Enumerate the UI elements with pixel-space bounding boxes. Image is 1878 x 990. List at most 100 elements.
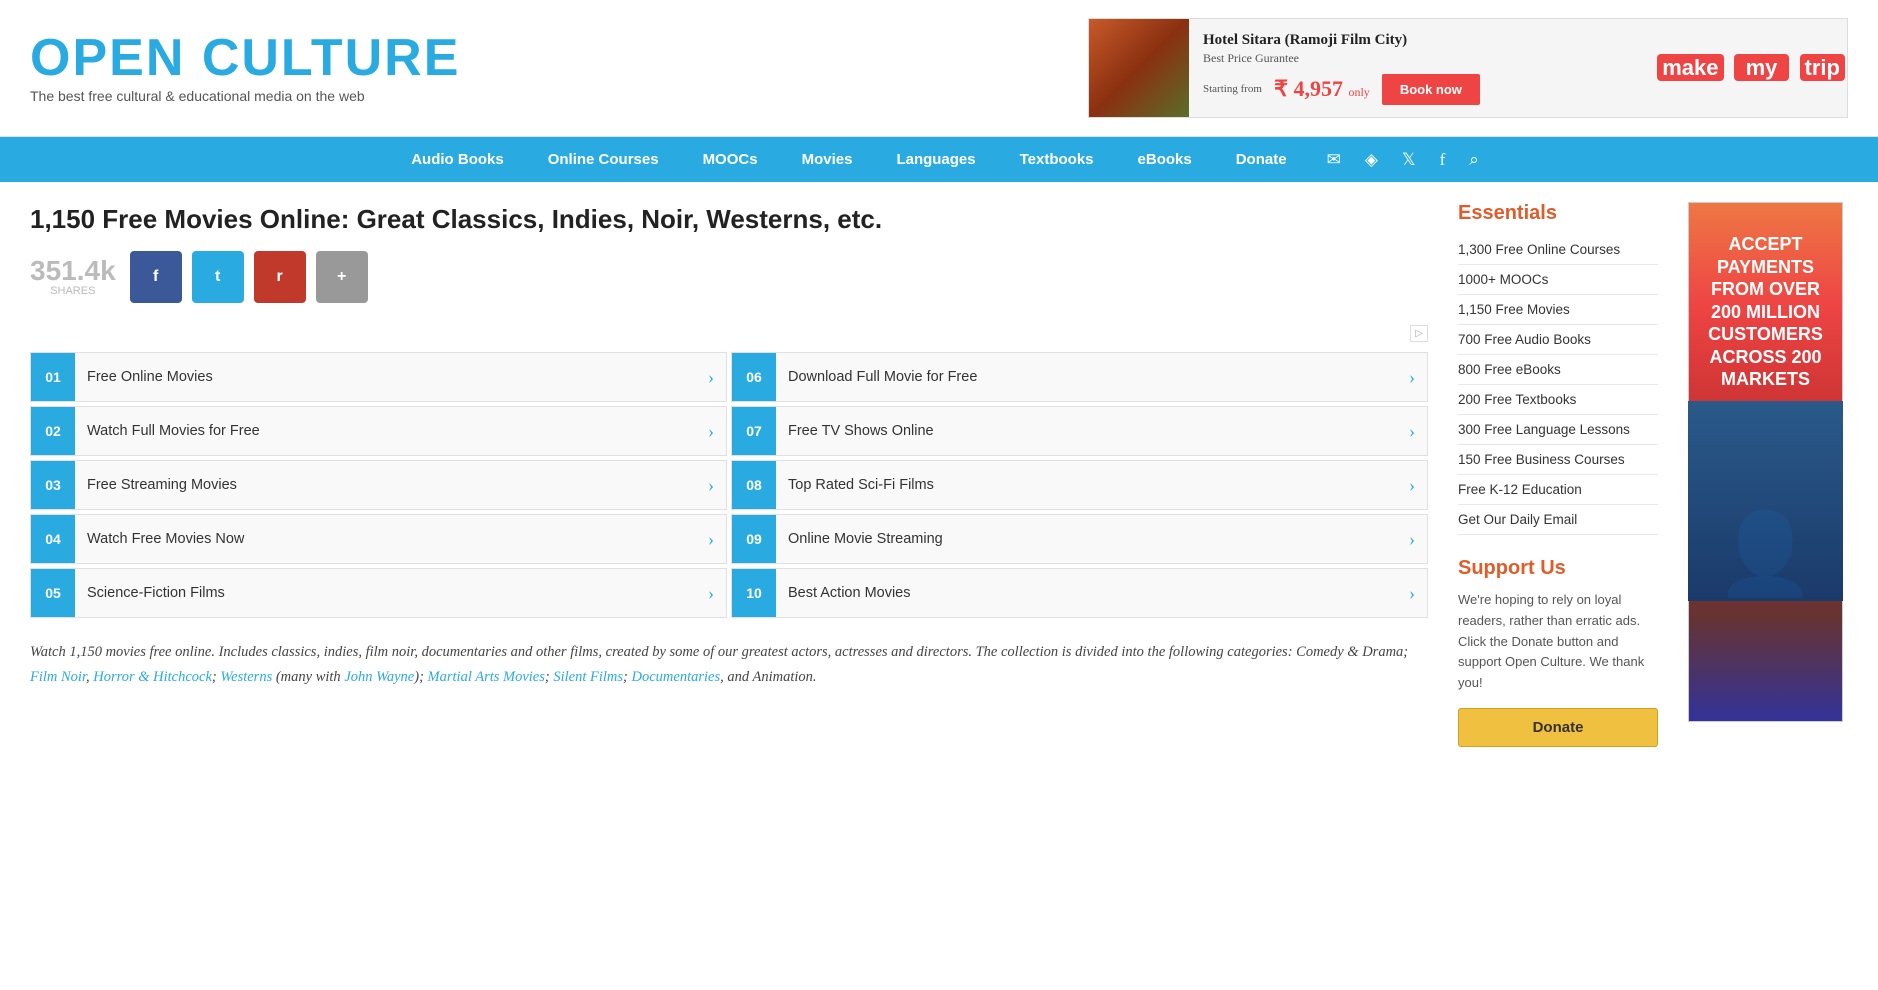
link-num-02: 02	[31, 407, 75, 455]
essentials-title: Essentials	[1458, 202, 1658, 225]
link-text-08: Top Rated Sci-Fi Films	[776, 477, 1397, 493]
ad-banner: Hotel Sitara (Ramoji Film City) Best Pri…	[1088, 18, 1848, 118]
donate-button[interactable]: Donate	[1458, 708, 1658, 747]
link-text-04: Watch Free Movies Now	[75, 531, 696, 547]
nav-donate[interactable]: Donate	[1214, 137, 1309, 182]
email-icon[interactable]: ✉	[1317, 140, 1351, 180]
link-num-07: 07	[732, 407, 776, 455]
link-item-10[interactable]: 10 Best Action Movies ›	[731, 568, 1428, 618]
nav-online-courses[interactable]: Online Courses	[526, 137, 681, 182]
share-more-button[interactable]: +	[316, 251, 368, 303]
link-item-07[interactable]: 07 Free TV Shows Online ›	[731, 406, 1428, 456]
link-arrow-04: ›	[696, 529, 726, 550]
john-wayne-link[interactable]: John Wayne	[344, 669, 414, 685]
right-ad-person-image: 👤	[1688, 401, 1843, 601]
twitter-icon[interactable]: 𝕏	[1392, 140, 1426, 180]
link-num-10: 10	[732, 569, 776, 617]
link-num-04: 04	[31, 515, 75, 563]
link-num-09: 09	[732, 515, 776, 563]
link-arrow-03: ›	[696, 475, 726, 496]
ad-hotel: Hotel Sitara (Ramoji Film City)	[1203, 32, 1629, 49]
ad-brand: make my trip	[1655, 55, 1847, 81]
sidebar: Essentials 1,300 Free Online Courses 100…	[1458, 202, 1658, 747]
content-area: 1,150 Free Movies Online: Great Classics…	[30, 202, 1428, 747]
links-grid: 01 Free Online Movies › 06 Download Full…	[30, 352, 1428, 618]
nav-languages[interactable]: Languages	[874, 137, 997, 182]
link-arrow-02: ›	[696, 421, 726, 442]
navigation: Audio Books Online Courses MOOCs Movies …	[0, 137, 1878, 182]
link-arrow-07: ›	[1397, 421, 1427, 442]
logo-area: OPEN CULTURE The best free cultural & ed…	[30, 32, 1088, 104]
person-silhouette: 👤	[1716, 507, 1816, 601]
westerns-link[interactable]: Westerns	[220, 669, 272, 685]
share-facebook-button[interactable]: f	[130, 251, 182, 303]
nav-movies[interactable]: Movies	[780, 137, 875, 182]
rss-icon[interactable]: ◈	[1355, 140, 1388, 180]
ad-price-text: Starting from	[1203, 83, 1262, 95]
sidebar-link-moocs[interactable]: 1000+ MOOCs	[1458, 265, 1658, 295]
link-arrow-08: ›	[1397, 475, 1427, 496]
link-text-09: Online Movie Streaming	[776, 531, 1397, 547]
ad-guarantee: Best Price Gurantee	[1203, 51, 1629, 66]
link-item-09[interactable]: 09 Online Movie Streaming ›	[731, 514, 1428, 564]
sidebar-link-movies[interactable]: 1,150 Free Movies	[1458, 295, 1658, 325]
sidebar-link-business[interactable]: 150 Free Business Courses	[1458, 445, 1658, 475]
link-item-04[interactable]: 04 Watch Free Movies Now ›	[30, 514, 727, 564]
link-item-05[interactable]: 05 Science-Fiction Films ›	[30, 568, 727, 618]
sidebar-link-email[interactable]: Get Our Daily Email	[1458, 505, 1658, 535]
link-arrow-06: ›	[1397, 367, 1427, 388]
link-item-02[interactable]: 02 Watch Full Movies for Free ›	[30, 406, 727, 456]
ad-price-row: Starting from ₹ 4,957 only Book now	[1203, 74, 1629, 105]
sidebar-link-audiobooks[interactable]: 700 Free Audio Books	[1458, 325, 1658, 355]
link-num-01: 01	[31, 353, 75, 401]
link-item-03[interactable]: 03 Free Streaming Movies ›	[30, 460, 727, 510]
share-count: 351.4k	[30, 257, 116, 285]
search-icon[interactable]: ⌕	[1459, 140, 1489, 180]
right-ad-box: ACCEPT PAYMENTS FROM OVER 200 MILLION CU…	[1688, 202, 1843, 722]
link-text-03: Free Streaming Movies	[75, 477, 696, 493]
link-arrow-01: ›	[696, 367, 726, 388]
nav-textbooks[interactable]: Textbooks	[998, 137, 1116, 182]
nav-links: Audio Books Online Courses MOOCs Movies …	[389, 137, 1489, 182]
header: OPEN CULTURE The best free cultural & ed…	[0, 0, 1878, 137]
nav-icons: ✉ ◈ 𝕏 f ⌕	[1317, 140, 1489, 180]
film-noir-link[interactable]: Film Noir	[30, 669, 86, 685]
nav-moocs[interactable]: MOOCs	[681, 137, 780, 182]
link-arrow-10: ›	[1397, 583, 1427, 604]
ad-content: Hotel Sitara (Ramoji Film City) Best Pri…	[1189, 22, 1643, 115]
documentaries-link[interactable]: Documentaries	[632, 669, 721, 685]
link-item-08[interactable]: 08 Top Rated Sci-Fi Films ›	[731, 460, 1428, 510]
sidebar-link-textbooks[interactable]: 200 Free Textbooks	[1458, 385, 1658, 415]
sidebar-link-ebooks[interactable]: 800 Free eBooks	[1458, 355, 1658, 385]
link-num-08: 08	[732, 461, 776, 509]
link-text-10: Best Action Movies	[776, 585, 1397, 601]
right-ad-text: ACCEPT PAYMENTS FROM OVER 200 MILLION CU…	[1689, 203, 1842, 401]
link-arrow-09: ›	[1397, 529, 1427, 550]
link-text-06: Download Full Movie for Free	[776, 369, 1397, 385]
support-text: We're hoping to rely on loyal readers, r…	[1458, 590, 1658, 694]
article-body: Watch 1,150 movies free online. Includes…	[30, 640, 1428, 689]
sidebar-link-k12[interactable]: Free K-12 Education	[1458, 475, 1658, 505]
article-title: 1,150 Free Movies Online: Great Classics…	[30, 202, 1428, 237]
martial-arts-link[interactable]: Martial Arts Movies	[428, 669, 545, 685]
logo-title[interactable]: OPEN CULTURE	[30, 32, 1088, 84]
main-content: 1,150 Free Movies Online: Great Classics…	[0, 182, 1878, 767]
horror-hitchcock-link[interactable]: Horror & Hitchcock	[93, 669, 212, 685]
share-row: 351.4k SHARES f t r +	[30, 251, 1428, 303]
share-twitter-button[interactable]: t	[192, 251, 244, 303]
nav-audio-books[interactable]: Audio Books	[389, 137, 526, 182]
link-num-05: 05	[31, 569, 75, 617]
nav-ebooks[interactable]: eBooks	[1116, 137, 1214, 182]
link-item-06[interactable]: 06 Download Full Movie for Free ›	[731, 352, 1428, 402]
share-reddit-button[interactable]: r	[254, 251, 306, 303]
link-item-01[interactable]: 01 Free Online Movies ›	[30, 352, 727, 402]
link-text-02: Watch Full Movies for Free	[75, 423, 696, 439]
sidebar-link-languages[interactable]: 300 Free Language Lessons	[1458, 415, 1658, 445]
silent-films-link[interactable]: Silent Films	[553, 669, 623, 685]
sidebar-link-courses[interactable]: 1,300 Free Online Courses	[1458, 235, 1658, 265]
share-count-area: 351.4k SHARES	[30, 257, 116, 297]
facebook-icon[interactable]: f	[1430, 140, 1456, 180]
content-ad-area: ▷	[30, 325, 1428, 342]
support-title: Support Us	[1458, 557, 1658, 580]
ad-book-button[interactable]: Book now	[1382, 74, 1480, 105]
